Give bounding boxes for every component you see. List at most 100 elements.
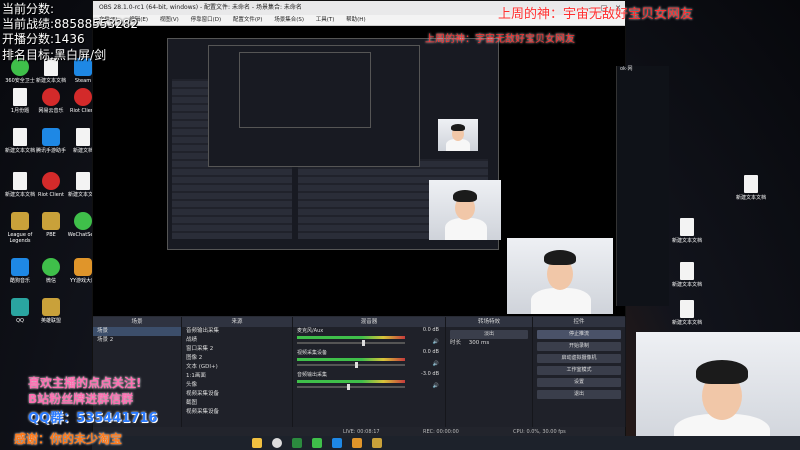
volume-slider-handle[interactable] — [355, 362, 358, 368]
source-item[interactable]: 战绩 — [182, 336, 292, 345]
transitions-dock: 转场特效 淡出 时长 300 ms — [446, 317, 533, 427]
desktop-icon-label: 新建文本文档 — [671, 282, 702, 288]
obs-window[interactable]: OBS 28.1.0-rc1 (64-bit, windows) - 配置文件:… — [92, 0, 626, 438]
app-icon — [74, 258, 92, 276]
volume-meter — [297, 380, 405, 383]
menu-scene-collection[interactable]: 场景集合(S) — [274, 17, 304, 23]
log-window[interactable]: ok·网 — [616, 66, 669, 306]
desktop-icon-doc-right-1[interactable]: 新建文本文档 — [734, 175, 768, 201]
source-item[interactable]: 视频采集设备 — [182, 390, 292, 399]
sources-dock-title: 来源 — [182, 317, 292, 327]
desktop-icon[interactable]: QQ — [3, 298, 37, 324]
volume-slider[interactable] — [297, 340, 405, 346]
desktop-icon[interactable]: 1月份题 — [3, 88, 37, 114]
source-item[interactable]: 截图 — [182, 399, 292, 408]
desktop-icon-doc-right-3[interactable]: 新建文本文档 — [670, 262, 704, 288]
wechat-icon[interactable] — [312, 438, 322, 448]
app-icon — [11, 212, 29, 230]
source-item[interactable]: 视频采集设备 — [182, 408, 292, 417]
document-icon — [13, 128, 27, 146]
overlay-start-score: 开播分数:1436 — [2, 32, 85, 46]
source-item[interactable]: 头像 — [182, 381, 292, 390]
browser-icon[interactable] — [292, 438, 302, 448]
source-item[interactable]: 文本 (GDI+) — [182, 363, 292, 372]
desktop-icon[interactable]: 网易云音乐 — [34, 88, 68, 114]
overlay-banner: 上周的神：宇宙无敌好宝贝女网友 — [498, 7, 694, 22]
menu-docks[interactable]: 停靠窗口(D) — [191, 17, 222, 23]
desktop-icon[interactable]: 微信 — [34, 258, 68, 284]
nested-obs-preview-3 — [239, 52, 371, 128]
source-item[interactable]: 1:1画面 — [182, 372, 292, 381]
document-icon — [13, 172, 27, 190]
overlay-join-text: B站粉丝牌进群信群 — [28, 392, 134, 406]
desktop-icon[interactable]: Riot Client — [34, 172, 68, 198]
desktop-icon-doc-right-2[interactable]: 新建文本文档 — [670, 218, 704, 244]
start-virtual-camera-button[interactable]: 启动虚拟摄像机 — [537, 354, 621, 363]
desktop-icon[interactable]: 新建文本文档 — [3, 172, 37, 198]
app-icon — [74, 212, 92, 230]
speaker-icon[interactable]: 🔊 — [433, 339, 439, 345]
desktop-icon[interactable]: PBE — [34, 212, 68, 238]
exit-button[interactable]: 退出 — [537, 390, 621, 399]
desktop-icon-label: 新建文本文档 — [671, 238, 702, 244]
start-recording-button[interactable]: 开始录制 — [537, 342, 621, 351]
mixer-channel-db: -3.0 dB — [421, 371, 439, 377]
desktop-icon-doc-right-4[interactable]: 新建文本文档 — [670, 300, 704, 326]
chrome-icon[interactable] — [352, 438, 362, 448]
desktop-icon[interactable]: 腾讯手游助手 — [34, 128, 68, 154]
desktop-icon-label: 新建文本文档 — [4, 148, 35, 154]
settings-button[interactable]: 设置 — [537, 378, 621, 387]
obs-preview-canvas[interactable]: 上周的神：宇宙无敌好宝贝女网友 — [93, 26, 625, 316]
mixer-channel-name: 麦克风/Aux — [297, 328, 324, 334]
source-item[interactable]: 音频输出采集 — [182, 327, 292, 336]
menu-help[interactable]: 帮助(H) — [346, 17, 365, 23]
nested-webcam-small — [438, 119, 478, 151]
controls-dock: 控件 停止推流 开始录制 启动虚拟摄像机 工作室模式 设置 退出 — [533, 317, 626, 427]
scene-item[interactable]: 场景 — [93, 327, 181, 336]
overlay-qq-group: QQ群：535441716 — [28, 411, 158, 426]
file-explorer-icon[interactable] — [252, 438, 262, 448]
speaker-icon[interactable]: 🔊 — [433, 383, 439, 389]
menu-view[interactable]: 视图(V) — [160, 17, 179, 23]
volume-slider[interactable] — [297, 384, 405, 390]
desktop-icon[interactable]: 新建文本文档 — [3, 128, 37, 154]
log-window-title: ok·网 — [620, 66, 633, 72]
game-icon[interactable] — [372, 438, 382, 448]
app-icon — [42, 88, 60, 106]
transition-select[interactable]: 淡出 — [450, 330, 528, 339]
menu-tools[interactable]: 工具(T) — [316, 17, 335, 23]
volume-meter — [297, 358, 405, 361]
speaker-icon[interactable]: 🔊 — [433, 361, 439, 367]
desktop-icon-label: 微信 — [45, 278, 56, 284]
document-icon — [680, 300, 694, 318]
app-icon — [42, 212, 60, 230]
streamer-webcam — [636, 332, 800, 450]
source-item[interactable]: 图像 2 — [182, 354, 292, 363]
desktop-icon-label: 酷狗音乐 — [9, 278, 30, 284]
volume-slider-handle[interactable] — [347, 384, 350, 390]
duration-input[interactable]: 300 ms — [469, 340, 489, 346]
desktop-icon-label: 1月份题 — [10, 108, 30, 114]
desktop-icon-label: League of Legends — [7, 232, 33, 244]
app-icon — [42, 172, 60, 190]
source-item[interactable]: 窗口采集 2 — [182, 345, 292, 354]
mixer-channel: 视频采集设备 0.0 dB 🔊 — [293, 349, 445, 371]
menu-profile[interactable]: 配置文件(P) — [233, 17, 263, 23]
volume-slider[interactable] — [297, 362, 405, 368]
mixer-channel-name: 音频输出采集 — [297, 372, 328, 378]
studio-mode-button[interactable]: 工作室模式 — [537, 366, 621, 375]
document-icon — [744, 175, 758, 193]
scene-item[interactable]: 场景 2 — [93, 336, 181, 345]
desktop-icon[interactable]: 酷狗音乐 — [3, 258, 37, 284]
stop-streaming-button[interactable]: 停止推流 — [537, 330, 621, 339]
app-icon — [11, 258, 29, 276]
document-icon — [76, 172, 90, 190]
obs-icon[interactable] — [272, 438, 282, 448]
mixer-channel-db: 0.0 dB — [422, 349, 439, 355]
desktop-icon[interactable]: League of Legends — [3, 212, 37, 244]
qq-icon[interactable] — [332, 438, 342, 448]
desktop-icon-label: 新建文本文档 — [671, 320, 702, 326]
desktop-icon-label: Riot Client — [38, 192, 64, 198]
volume-slider-handle[interactable] — [362, 340, 365, 346]
desktop-icon[interactable]: 英雄联盟 — [34, 298, 68, 324]
